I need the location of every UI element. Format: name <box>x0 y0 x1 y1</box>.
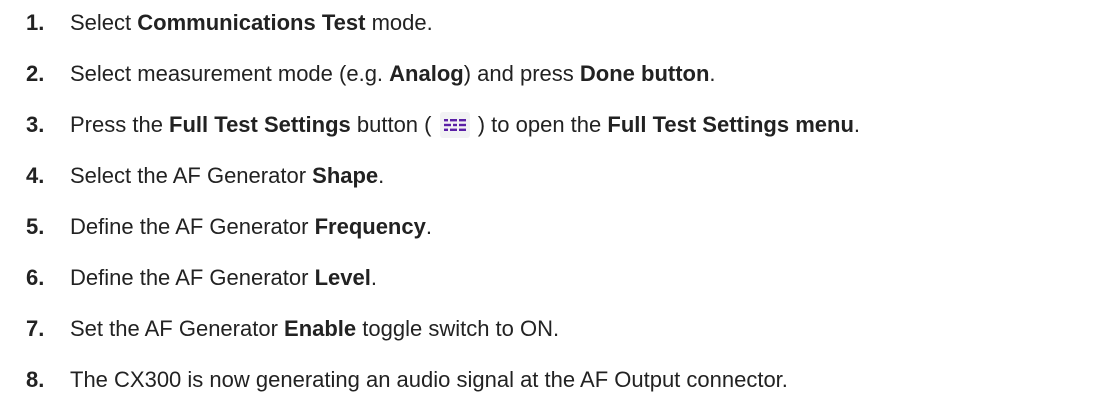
step-text-part: toggle switch to ON. <box>356 316 560 341</box>
step-text-part: Set the AF Generator <box>70 316 285 341</box>
step-number: 2. <box>26 61 45 86</box>
step-text-part: ) and press <box>463 61 580 86</box>
step-text: Define the AF Generator Level. <box>70 263 377 293</box>
step-number: 5. <box>26 214 45 239</box>
step-text-part: The CX300 is now generating an audio sig… <box>70 367 788 392</box>
full-test-settings-icon-glyph <box>443 119 466 131</box>
step-text-part: Select measurement mode (e.g. <box>70 61 390 86</box>
step-number: 7. <box>26 316 45 341</box>
step-text-bold: Analog <box>389 61 464 86</box>
step-text-part: . <box>370 265 377 290</box>
step-text-part: Define the AF Generator <box>70 265 315 290</box>
step-text-part: Define the AF Generator <box>70 214 315 239</box>
step-text: The CX300 is now generating an audio sig… <box>70 365 788 395</box>
step-text: Select measurement mode (e.g. Analog) an… <box>70 59 716 89</box>
step-text-part: Press the <box>70 112 170 137</box>
step-text: Press the Full Test Settings button ( ) … <box>70 110 860 140</box>
step-text-part: Select <box>70 10 138 35</box>
step-text-bold: Level <box>314 265 371 290</box>
step-number: 3. <box>26 112 45 137</box>
step-text-bold: Enable <box>284 316 357 341</box>
step-text-part: . <box>709 61 716 86</box>
step-text-bold: Full Test Settings <box>169 112 351 137</box>
step-text-part: mode. <box>365 10 433 35</box>
step-text: Set the AF Generator Enable toggle switc… <box>70 314 559 344</box>
step-text: Select the AF Generator Shape. <box>70 161 384 191</box>
step-number: 8. <box>26 367 45 392</box>
step-text-bold: Frequency <box>314 214 426 239</box>
step-number: 6. <box>26 265 45 290</box>
step-text-bold: Shape <box>312 163 379 188</box>
step-text: Define the AF Generator Frequency. <box>70 212 432 242</box>
step-text-part: . <box>425 214 432 239</box>
step-text-bold: Done button <box>579 61 710 86</box>
step-text-part: . <box>853 112 861 137</box>
step-text-bold: Full Test Settings menu <box>607 112 854 137</box>
instruction-steps: 1. Select Communications Test mode. 2. S… <box>0 0 1116 414</box>
step-text: Select Communications Test mode. <box>70 8 433 38</box>
step-number: 4. <box>26 163 45 188</box>
full-test-settings-icon <box>439 112 470 138</box>
step-text-part: Select the AF Generator <box>70 163 313 188</box>
step-number: 1. <box>26 10 45 35</box>
step-text-bold: Communications Test <box>137 10 366 35</box>
step-text-part: . <box>378 163 385 188</box>
step-text-part: button ( <box>350 112 438 137</box>
step-text-part: ) to open the <box>471 112 608 137</box>
